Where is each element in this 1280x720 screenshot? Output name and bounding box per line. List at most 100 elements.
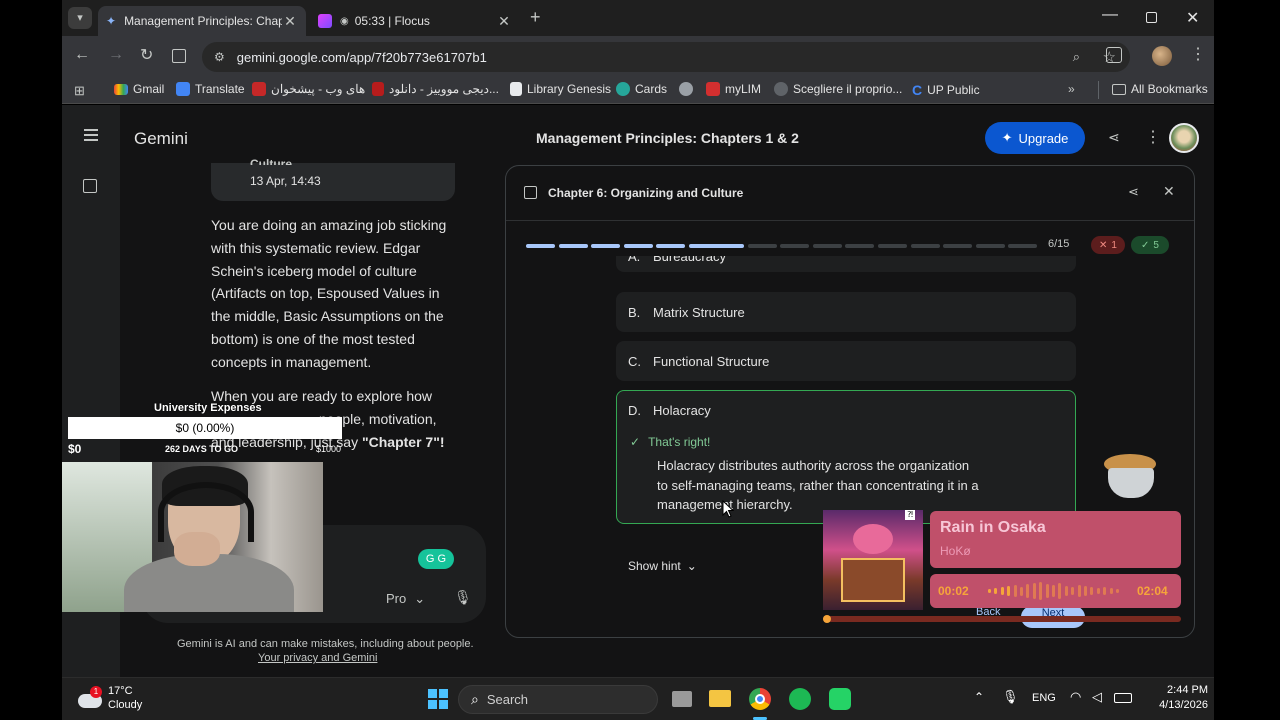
tab-title: Management Principles: Chapte <box>124 14 282 28</box>
all-bookmarks-button[interactable]: All Bookmarks <box>1112 82 1208 96</box>
microphone-icon[interactable]: 🎙 <box>1002 689 1019 705</box>
bookmark-scegliere[interactable]: Scegliere il proprio... <box>774 82 902 96</box>
progress-segment <box>1008 244 1038 248</box>
close-icon[interactable]: ✕ <box>1163 183 1175 200</box>
grammarly-icon[interactable]: G G <box>418 549 454 569</box>
microphone-icon[interactable]: 🎙 <box>454 589 472 606</box>
document-icon <box>510 82 522 96</box>
waveform-bar <box>1013 585 1017 597</box>
waveform-bar <box>988 589 991 593</box>
quiz-title: Chapter 6: Organizing and Culture <box>548 186 744 200</box>
apps-grid-icon[interactable]: ⊞ <box>74 83 85 99</box>
gmail-icon <box>114 83 128 95</box>
close-window-icon[interactable]: ✕ <box>1186 8 1199 28</box>
new-chat-icon[interactable] <box>83 179 97 193</box>
check-icon: ✓ <box>1141 239 1150 251</box>
model-selector[interactable]: Pro ⌄ <box>386 591 425 607</box>
close-tab-icon[interactable]: ✕ <box>282 13 298 30</box>
forward-icon[interactable]: → <box>108 46 124 64</box>
more-bookmarks-icon[interactable]: » <box>1068 82 1075 96</box>
google-icon <box>774 82 788 96</box>
cross-icon: ✕ <box>1099 239 1108 251</box>
site-info-icon[interactable]: ⚙ <box>214 50 225 64</box>
show-hint-button[interactable]: Show hint ⌄ <box>628 559 697 573</box>
minimize-icon[interactable]: — <box>1102 6 1118 24</box>
split-view-icon[interactable] <box>172 49 186 63</box>
chrome-icon[interactable] <box>749 688 771 710</box>
album-art: ⁈ <box>823 510 923 610</box>
progress-segment <box>526 244 555 248</box>
option-d-correct[interactable]: D. Holacracy ✓ That's right! Holacracy dis… <box>616 390 1076 524</box>
whatsapp-icon[interactable] <box>829 688 851 710</box>
translate-icon <box>176 82 190 96</box>
bookmark-web-dashboard[interactable]: های وب - پیشخوان <box>252 82 365 96</box>
more-options-icon[interactable]: ⋮ <box>1145 127 1161 147</box>
browser-tab-bar: ▾ ✦ Management Principles: Chapte ✕ ◉ 05… <box>62 0 1214 36</box>
option-b[interactable]: B. Matrix Structure <box>616 292 1076 332</box>
spotify-icon[interactable] <box>789 688 811 710</box>
show-hidden-icons[interactable]: ⌃ <box>974 690 984 704</box>
bookmark-gmail[interactable]: Gmail <box>114 82 164 96</box>
seek-thumb[interactable] <box>823 615 831 623</box>
tab-title: 05:33 | Flocus <box>354 14 430 28</box>
response-paragraph: You are doing an amazing job sticking wi… <box>211 217 447 370</box>
tab-flocus[interactable]: ◉ 05:33 | Flocus ✕ <box>310 6 520 36</box>
progress-segment <box>845 244 875 248</box>
privacy-link[interactable]: Your privacy and Gemini <box>258 652 377 664</box>
expenses-max: $1000 <box>316 444 342 454</box>
battery-icon[interactable] <box>1114 693 1132 703</box>
task-view-icon[interactable] <box>672 691 692 707</box>
waveform-bar <box>1109 588 1113 594</box>
mylim-icon <box>706 82 720 96</box>
option-c[interactable]: C. Functional Structure <box>616 341 1076 381</box>
close-tab-icon[interactable]: ✕ <box>496 13 512 30</box>
waveform-bar <box>1071 587 1075 595</box>
tab-search-button[interactable]: ▾ <box>68 7 92 29</box>
gemini-brand[interactable]: Gemini <box>134 129 188 149</box>
waveform-bar <box>1103 587 1107 595</box>
globe-icon[interactable] <box>679 82 693 96</box>
extensions-icon[interactable] <box>1106 47 1122 63</box>
bookmark-translate[interactable]: Translate <box>176 82 245 96</box>
menu-kebab-icon[interactable]: ⋮ <box>1190 44 1206 64</box>
weather-widget[interactable]: 1 17°C Cloudy <box>78 684 168 716</box>
tab-gemini[interactable]: ✦ Management Principles: Chapte ✕ <box>98 6 306 36</box>
elapsed-time: 00:02 <box>938 584 969 598</box>
share-icon[interactable]: ⋖ <box>1128 184 1139 200</box>
sparkle-icon: ✦ <box>1001 130 1013 145</box>
volume-icon[interactable]: ◁ <box>1092 689 1102 705</box>
language-indicator[interactable]: ENG <box>1032 692 1056 704</box>
share-icon[interactable]: ⋖ <box>1108 129 1120 146</box>
waveform-bar <box>1077 585 1081 597</box>
flocus-favicon-icon <box>318 14 332 28</box>
restore-icon[interactable] <box>1146 12 1157 23</box>
conversation-title[interactable]: Management Principles: Chapters 1 & 2 <box>536 130 799 146</box>
progress-segment <box>558 244 588 248</box>
bookmark-cards[interactable]: Cards <box>616 82 667 96</box>
account-avatar[interactable] <box>1169 123 1199 153</box>
pin-icon[interactable]: ⁈ <box>905 510 915 520</box>
zoom-icon[interactable]: ⌕ <box>1073 49 1080 65</box>
bookmark-library-genesis[interactable]: Library Genesis <box>510 82 611 96</box>
clock[interactable]: 2:44 PM 4/13/2026 <box>1142 684 1208 711</box>
bookmark-mylim[interactable]: myLIM <box>706 82 761 96</box>
seek-bar[interactable] <box>823 615 1181 623</box>
back-icon[interactable]: ← <box>74 46 90 64</box>
url-text: gemini.google.com/app/7f20b773e61707b1 <box>236 49 487 65</box>
main-menu-icon[interactable] <box>84 129 98 141</box>
address-bar[interactable]: ⚙ gemini.google.com/app/7f20b773e61707b1… <box>202 42 1130 72</box>
header-divider <box>506 220 1194 221</box>
wifi-icon[interactable]: ◠ <box>1070 689 1081 705</box>
waveform-bar <box>1026 584 1030 598</box>
taskbar-search-box[interactable]: ⌕ Search <box>458 685 658 714</box>
bookmark-digimovies[interactable]: دیجی مووییز - دانلود... <box>372 82 499 96</box>
culture-card[interactable]: Culture 13 Apr, 14:43 <box>211 157 455 201</box>
start-windows-icon[interactable] <box>428 689 448 709</box>
profile-avatar[interactable] <box>1152 46 1172 66</box>
bookmark-up-public[interactable]: C UP Public <box>912 82 980 98</box>
upgrade-button[interactable]: ✦ Upgrade <box>985 122 1085 154</box>
reload-icon[interactable]: ↻ <box>140 45 153 65</box>
folder-icon <box>1112 83 1126 95</box>
file-explorer-icon[interactable] <box>709 690 731 707</box>
new-tab-button[interactable]: + <box>530 7 541 28</box>
